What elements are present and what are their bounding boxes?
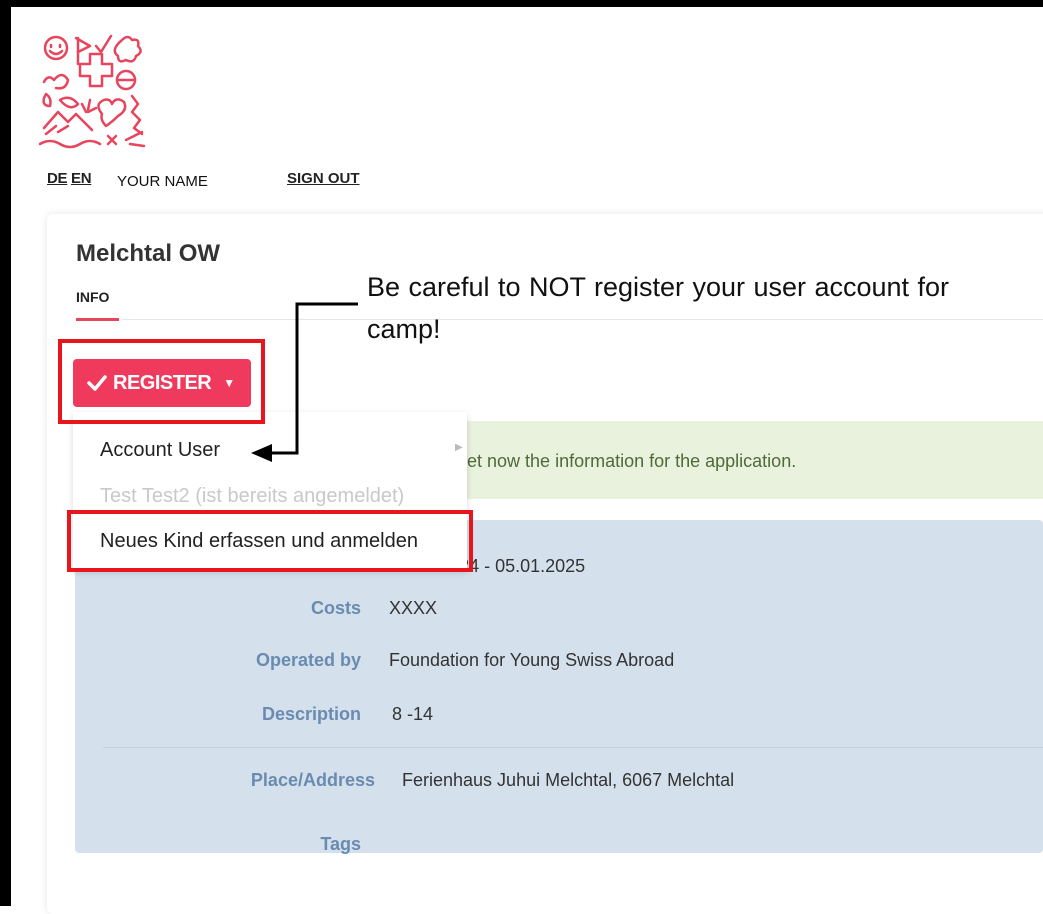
lang-de-link[interactable]: DE xyxy=(47,170,68,187)
submenu-chevron-icon: ▶ xyxy=(455,442,463,453)
logo xyxy=(38,34,146,149)
detail-value-place: Ferienhaus Juhui Melchtal, 6067 Melchtal xyxy=(402,770,735,790)
detail-value-operated-by: Foundation for Young Swiss Abroad xyxy=(389,650,675,670)
active-tab-indicator xyxy=(76,318,119,321)
dropdown-item-test-test2: Test Test2 (ist bereits angemeldet) xyxy=(100,485,405,507)
detail-value-costs: XXXX xyxy=(389,598,438,618)
sign-out-link[interactable]: SIGN OUT xyxy=(287,170,360,187)
details-divider xyxy=(103,747,1043,748)
user-name: YOUR NAME xyxy=(117,173,208,190)
alert-text: Set now the information for the applicat… xyxy=(455,451,797,471)
detail-label-operated-by: Operated by xyxy=(255,650,361,670)
screenshot-frame-top xyxy=(0,0,1043,7)
detail-label-costs: Costs xyxy=(310,598,361,618)
detail-label-place: Place/Address xyxy=(250,770,375,790)
detail-label-description: Description xyxy=(261,704,361,724)
lang-en-link[interactable]: EN xyxy=(71,170,92,187)
screenshot-frame-left xyxy=(0,0,11,906)
highlight-box-register xyxy=(58,339,265,424)
camp-title: Melchtal OW xyxy=(76,240,221,267)
dropdown-item-account-user[interactable]: Account User xyxy=(100,439,220,462)
detail-value-description: 8 -14 xyxy=(392,704,434,724)
highlight-box-new-child xyxy=(67,510,473,572)
annotation-text: Be careful to NOT register your user acc… xyxy=(367,272,949,344)
detail-label-tags: Tags xyxy=(320,834,361,854)
tab-info[interactable]: INFO xyxy=(76,289,109,305)
